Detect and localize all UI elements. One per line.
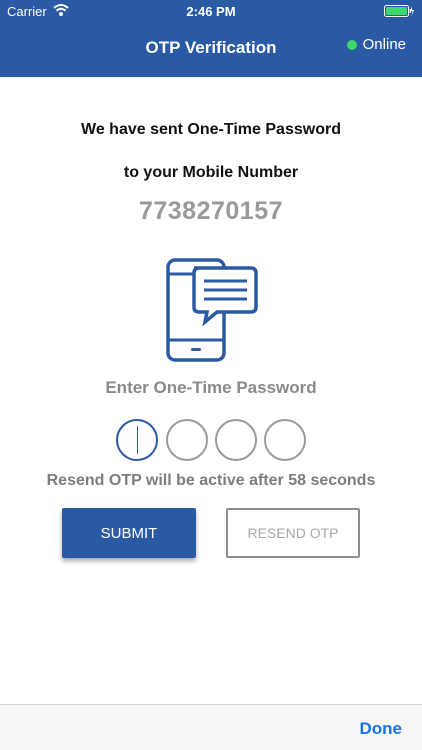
status-bar: Carrier 2:46 PM <box>0 0 422 22</box>
done-button[interactable]: Done <box>360 719 403 739</box>
online-dot-icon <box>346 39 357 50</box>
battery-icon <box>384 5 414 17</box>
otp-digit-4[interactable] <box>264 419 306 461</box>
status-time: 2:46 PM <box>186 4 236 19</box>
online-status-label: Online <box>362 36 406 53</box>
otp-digit-2[interactable] <box>166 419 208 461</box>
otp-digit-3[interactable] <box>215 419 257 461</box>
online-status: Online <box>346 36 406 53</box>
submit-button[interactable]: SUBMIT <box>62 508 196 558</box>
header-bar: Carrier 2:46 PM OTP Verification Online <box>0 0 422 77</box>
otp-input-group <box>116 419 306 461</box>
keyboard-toolbar: Done <box>0 704 422 750</box>
otp-digit-1[interactable] <box>116 419 158 461</box>
otp-sent-message-line1: We have sent One-Time Password <box>81 121 341 138</box>
mobile-number: 7738270157 <box>138 197 284 225</box>
otp-sent-message-line2: to your Mobile Number <box>123 164 299 181</box>
resend-otp-button[interactable]: RESEND OTP <box>226 508 360 558</box>
otp-input-label: Enter One-Time Password <box>105 378 317 397</box>
resend-countdown-message: Resend OTP will be active after 58 secon… <box>46 472 376 489</box>
phone-chat-icon <box>166 258 258 362</box>
